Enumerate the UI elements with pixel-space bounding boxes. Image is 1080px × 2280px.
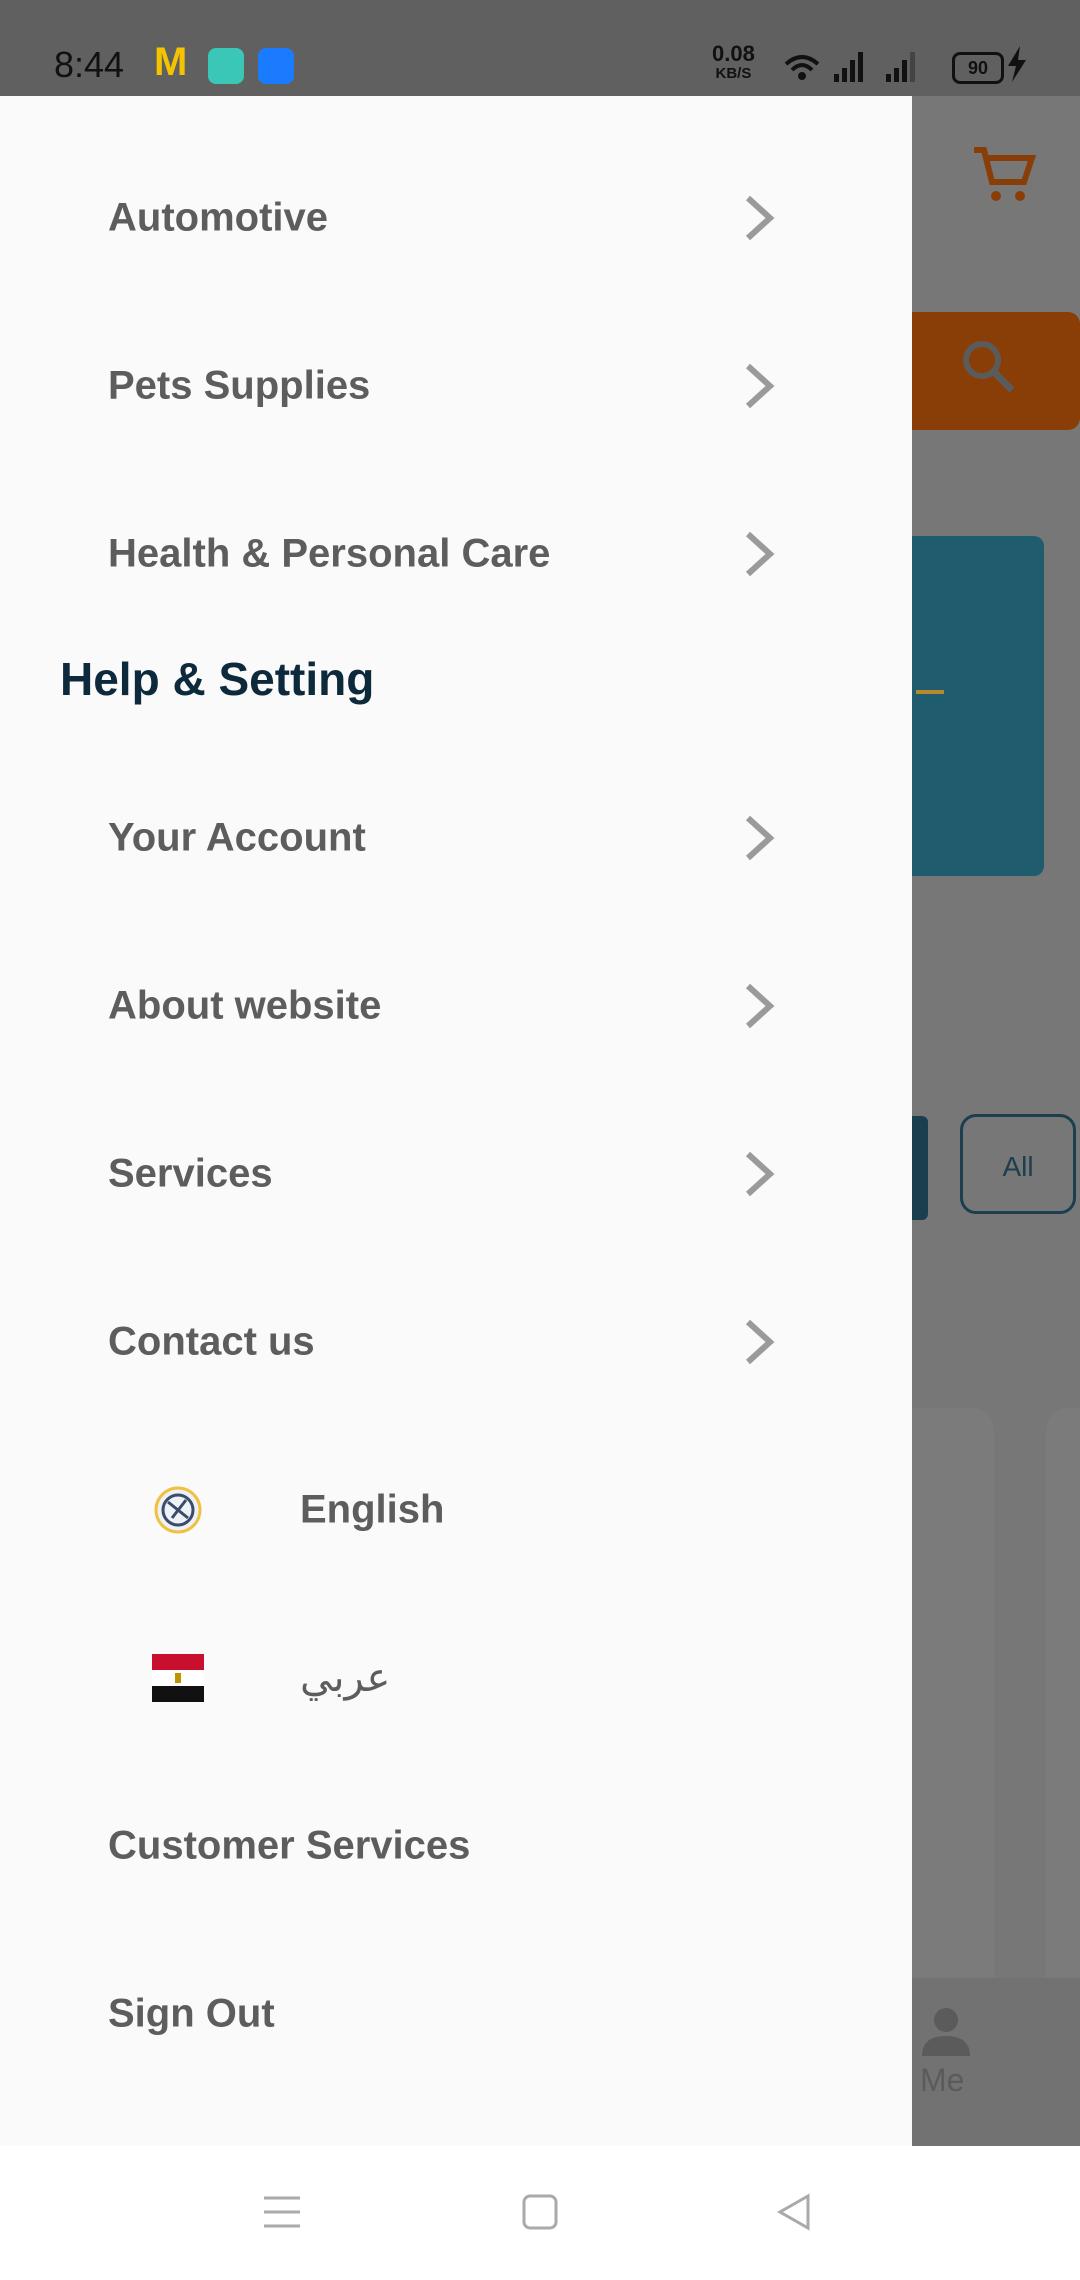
chevron-right-icon <box>745 195 775 241</box>
nav-me-label: Me <box>920 2062 965 2098</box>
language-english[interactable]: English <box>0 1426 912 1594</box>
menu-item-label: Pets Supplies <box>108 363 371 408</box>
chevron-right-icon <box>745 1151 775 1197</box>
search-icon <box>963 341 1015 393</box>
egypt-flag-icon <box>152 1654 204 1702</box>
menu-item-services[interactable]: Services <box>0 1090 912 1258</box>
menu-item-automotive[interactable]: Automotive <box>0 134 912 302</box>
menu-item-label: Sign Out <box>108 1991 275 2036</box>
menu-item-pets-supplies[interactable]: Pets Supplies <box>0 302 912 470</box>
back-icon[interactable] <box>774 2192 814 2232</box>
menu-item-label: Health & Personal Care <box>108 531 551 576</box>
signal-wifi-icons <box>784 52 915 82</box>
status-bar: 8:44 M 0.08 KB/S 90 <box>0 0 1080 96</box>
category-tab <box>912 1116 928 1220</box>
help-settings-heading: Help & Setting <box>60 653 375 705</box>
menu-item-label: Automotive <box>108 195 328 240</box>
language-arabic[interactable]: عربي <box>0 1594 912 1762</box>
menu-item-label: About website <box>108 983 382 1028</box>
menu-item-about-website[interactable]: About website <box>0 922 912 1090</box>
person-icon <box>922 2008 970 2056</box>
chevron-right-icon <box>745 531 775 577</box>
promo-banner <box>912 536 1044 876</box>
chevron-right-icon <box>745 363 775 409</box>
chevron-right-icon <box>745 983 775 1029</box>
system-nav-bar <box>0 2146 1080 2280</box>
network-speed-value: 0.08 <box>712 41 755 66</box>
globe-icon <box>154 1486 202 1534</box>
menu-item-your-account[interactable]: Your Account <box>0 754 912 922</box>
home-icon[interactable] <box>520 2192 560 2232</box>
menu-item-contact-us[interactable]: Contact us <box>0 1258 912 1426</box>
background-app: All Me <box>912 96 1080 2146</box>
chevron-right-icon <box>745 815 775 861</box>
usb-icon <box>258 48 294 84</box>
menu-item-label: Services <box>108 1151 273 1196</box>
menu-item-label: Your Account <box>108 815 366 860</box>
menu-item-label: Contact us <box>108 1319 315 1364</box>
navigation-drawer: Automotive Pets Supplies Health & Person… <box>0 96 912 2146</box>
cart-icon <box>974 147 1036 201</box>
battery-indicator: 90 <box>952 52 1004 84</box>
menu-item-label: Customer Services <box>108 1823 471 1868</box>
chevron-right-icon <box>745 1319 775 1365</box>
status-time: 8:44 <box>54 44 125 85</box>
language-label: English <box>300 1487 445 1532</box>
menu-item-customer-services[interactable]: Customer Services <box>0 1762 912 1930</box>
menu-item-sign-out[interactable]: Sign Out <box>0 1930 912 2098</box>
search-button <box>912 312 1080 430</box>
language-label: عربي <box>300 1656 391 1700</box>
mcdonalds-icon: M <box>154 40 188 84</box>
menu-item-health-personal-care[interactable]: Health & Personal Care <box>0 470 912 638</box>
charging-icon <box>1008 46 1026 82</box>
network-speed-unit: KB/S <box>715 65 752 82</box>
banner-decoration <box>916 690 944 694</box>
filter-all-button: All <box>960 1114 1076 1214</box>
menu-icon[interactable] <box>262 2192 302 2232</box>
bottom-nav: Me <box>912 1978 1080 2146</box>
notification-app-icon <box>208 48 244 84</box>
network-speed: 0.08 KB/S <box>712 41 755 84</box>
